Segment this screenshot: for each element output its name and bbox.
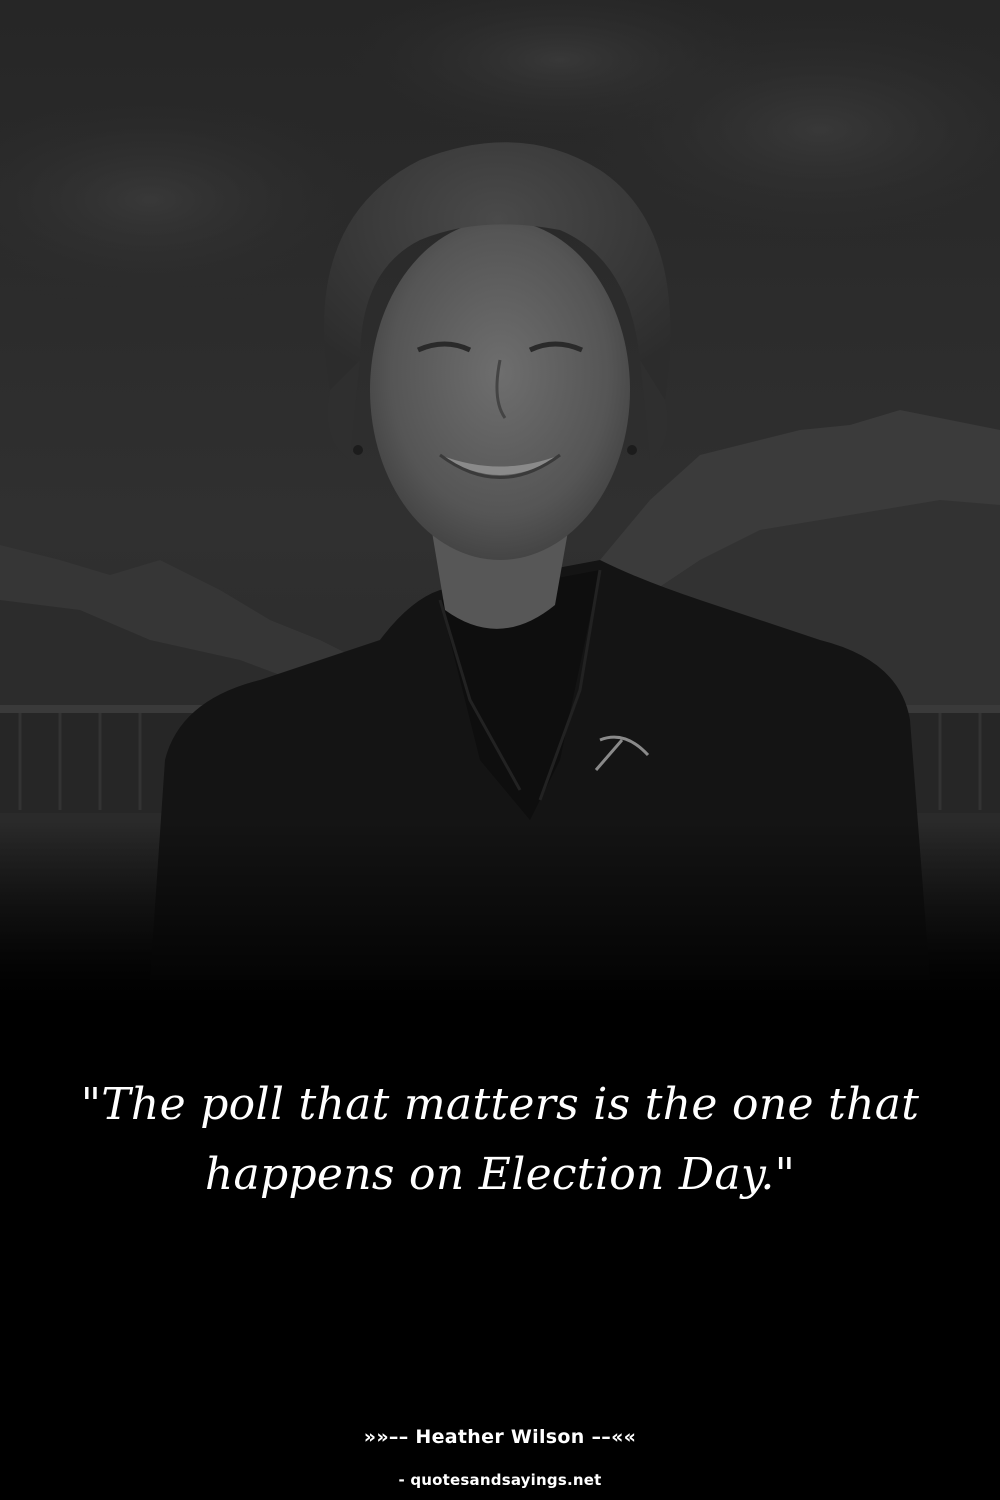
- author-attribution: »»–– Heather Wilson ––««: [363, 1426, 637, 1448]
- quote-poster: "The poll that matters is the one that h…: [0, 0, 1000, 1500]
- source-credit: - quotesandsayings.net: [398, 1471, 602, 1489]
- quote-text: "The poll that matters is the one that h…: [80, 1079, 920, 1200]
- background-portrait-photo: [0, 0, 1000, 1500]
